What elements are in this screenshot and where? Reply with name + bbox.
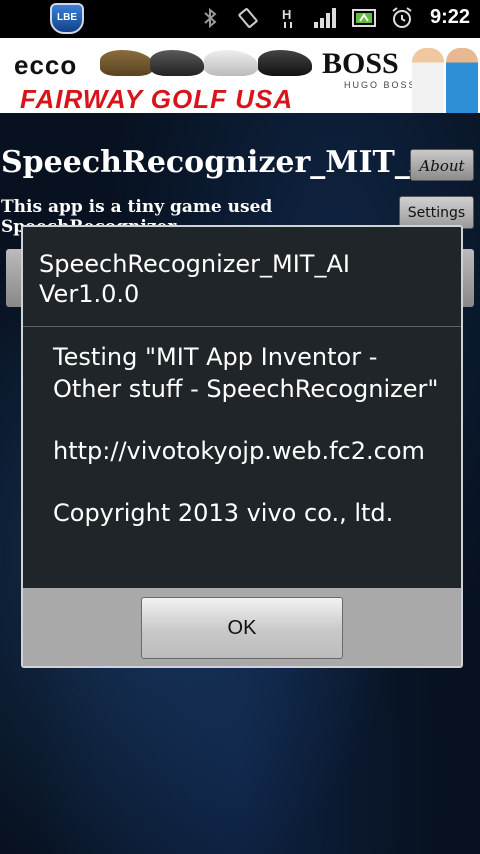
dialog-testing-text: Testing "MIT App Inventor - Other stuff … [53,343,439,403]
ad-banner[interactable]: ecco BOSS HUGO BOSS FAIRWAY GOLF USA [0,38,480,113]
battery-icon [352,9,376,27]
dialog-title-version: Ver1.0.0 [39,280,140,308]
shoe-image [100,50,154,76]
ok-button[interactable]: OK [141,597,343,659]
ad-brand-boss: BOSS [322,47,399,80]
vibrate-icon [238,8,258,28]
model-image [446,48,478,113]
dialog-url-text: http://vivotokyojp.web.fc2.com [53,437,425,465]
ad-brand-boss-sub: HUGO BOSS [344,80,417,90]
dialog-divider [23,326,461,327]
clock: 9:22 [429,6,470,28]
bluetooth-icon [204,7,217,29]
dialog-message: Testing "MIT App Inventor - Other stuff … [53,341,453,559]
lbe-app-icon: LBE [50,3,84,34]
ad-brand-ecco: ecco [14,50,78,80]
alarm-icon [392,7,412,28]
dialog-title: SpeechRecognizer_MIT_AI Ver1.0.0 [39,249,439,309]
ad-headline: FAIRWAY GOLF USA [20,84,294,113]
network-type-label: H [282,7,291,22]
model-image [412,48,444,113]
about-button[interactable]: About [410,149,474,181]
signal-icon [314,8,336,28]
dialog-button-bar: OK [23,588,461,666]
shoe-image [258,50,312,76]
dialog-title-name: SpeechRecognizer_MIT_AI [39,250,350,278]
network-h-icon: H [282,7,292,28]
shoe-image [204,50,258,76]
shoe-image [150,50,204,76]
status-bar: LBE H 9:22 [0,0,480,38]
dialog-copyright-text: Copyright 2013 vivo co., ltd. [53,499,394,527]
about-dialog: SpeechRecognizer_MIT_AI Ver1.0.0 Testing… [21,225,463,668]
app-title: SpeechRecognizer_MIT_AI [1,145,448,180]
